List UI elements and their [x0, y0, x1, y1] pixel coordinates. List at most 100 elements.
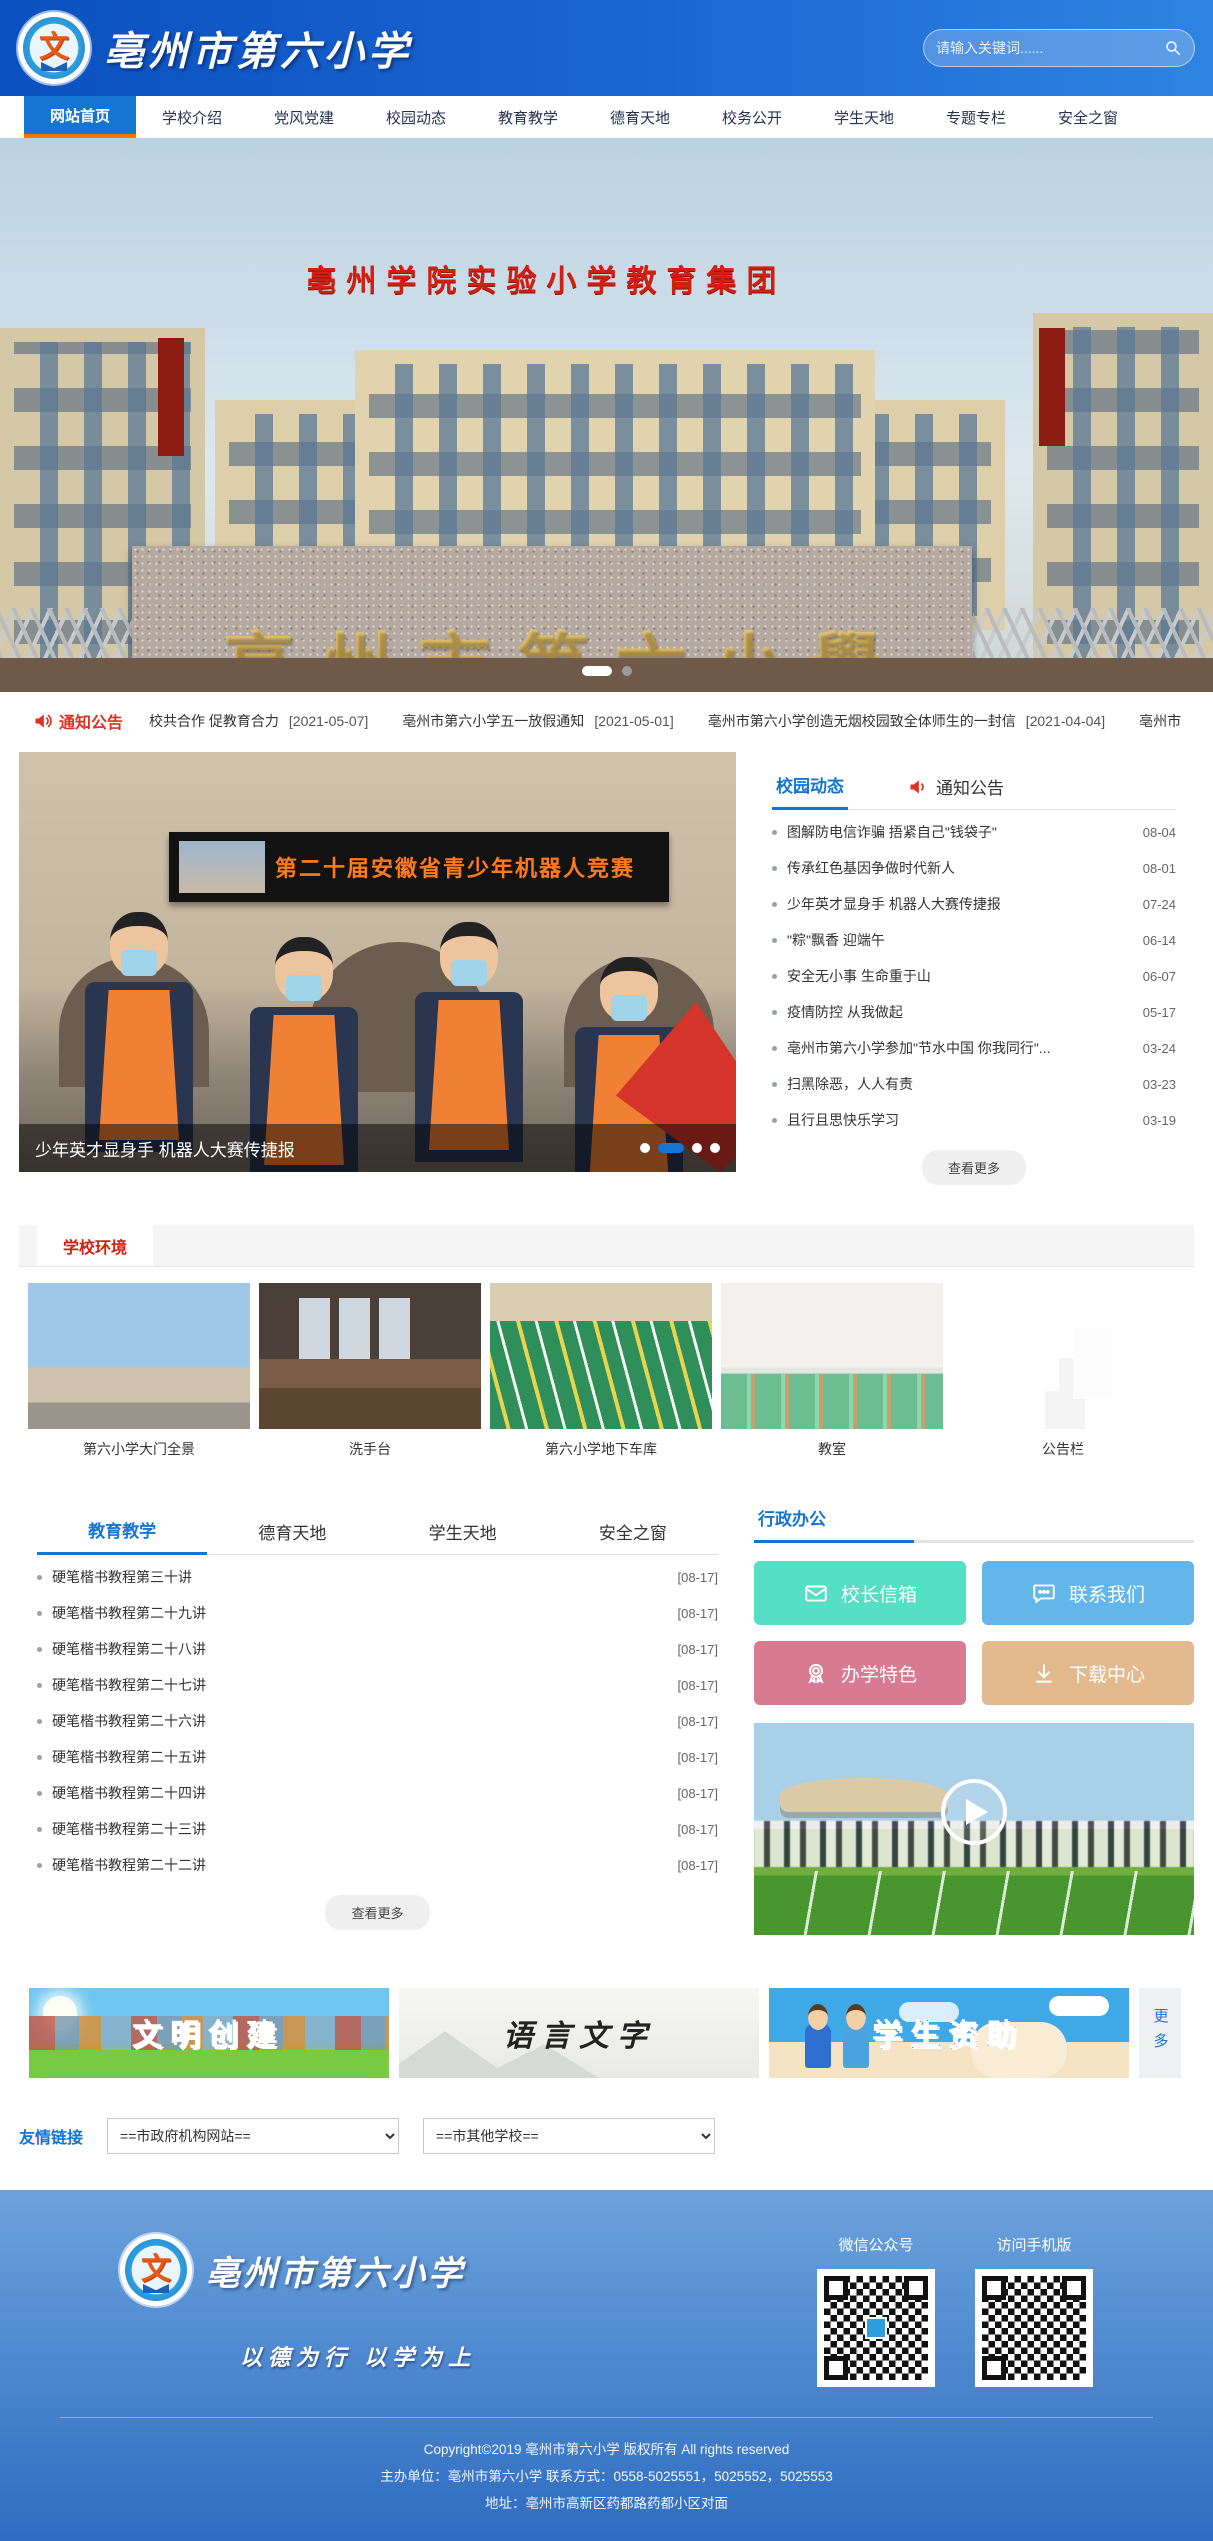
mobile-qr-block: 访问手机版: [975, 2234, 1093, 2387]
banner-language[interactable]: 语言文字: [399, 1988, 759, 2078]
news-item[interactable]: "粽"飘香 迎端午06-14: [772, 922, 1176, 958]
articles-more-button[interactable]: 查看更多: [325, 1895, 429, 1930]
environment-photo[interactable]: 公告栏: [952, 1283, 1174, 1461]
nav-item-safety[interactable]: 安全之窗: [1032, 96, 1144, 138]
nav-item-campus-news[interactable]: 校园动态: [360, 96, 472, 138]
tab-campus-news[interactable]: 校园动态: [772, 766, 848, 810]
other-schools-select[interactable]: ==市其他学校==: [423, 2118, 715, 2154]
admin-title-underline: [754, 1540, 1194, 1543]
article-item[interactable]: 硬笔楷书教程第三十讲[08-17]: [37, 1559, 718, 1595]
tab-teaching[interactable]: 教育教学: [37, 1511, 207, 1555]
news-item[interactable]: 安全无小事 生命重于山06-07: [772, 958, 1176, 994]
news-item[interactable]: 扫黑除恶，人人有责03-23: [772, 1066, 1176, 1102]
nav-item-students[interactable]: 学生天地: [808, 96, 920, 138]
school-features-button[interactable]: 办学特色: [754, 1641, 966, 1705]
address-line: 地址：亳州市高新区药都路药都小区对面: [120, 2490, 1093, 2517]
tab-safety[interactable]: 安全之窗: [548, 1513, 718, 1554]
nav-item-teaching[interactable]: 教育教学: [472, 96, 584, 138]
news-carousel[interactable]: 第二十届安徽省青少年机器人竞赛 少年英才显身手 机器人大赛传捷报: [19, 752, 736, 1172]
photo-classroom[interactable]: [721, 1283, 943, 1429]
photo-bulletin-board[interactable]: [952, 1283, 1174, 1429]
gov-sites-select[interactable]: ==市政府机构网站==: [107, 2118, 399, 2154]
logo-figure-icon: 文: [39, 33, 69, 63]
photo-led-text: 第二十届安徽省青少年机器人竞赛: [275, 851, 635, 883]
friend-links: 友情链接 ==市政府机构网站== ==市其他学校==: [19, 2108, 1194, 2164]
tab-notices[interactable]: 通知公告: [904, 768, 1008, 809]
photo-led-image: [179, 841, 265, 893]
news-more-button[interactable]: 查看更多: [922, 1150, 1026, 1185]
article-item[interactable]: 硬笔楷书教程第二十八讲[08-17]: [37, 1631, 718, 1667]
environment-section: 学校环境 第六小学大门全景 洗手台 第六小学地下车库 教室: [19, 1225, 1194, 1477]
news-item[interactable]: 疫情防控 从我做起05-17: [772, 994, 1176, 1030]
article-item[interactable]: 硬笔楷书教程第二十七讲[08-17]: [37, 1667, 718, 1703]
banner-civilization[interactable]: 文明创建: [29, 1988, 389, 2078]
news-item[interactable]: 亳州市第六小学参加"节水中国 你我同行"...03-24: [772, 1030, 1176, 1066]
carousel-dot-4[interactable]: [710, 1143, 720, 1153]
main-nav: 网站首页 学校介绍 党风党建 校园动态 教育教学 德育天地 校务公开 学生天地 …: [0, 96, 1213, 138]
banner-student-aid[interactable]: 学生资助: [769, 1988, 1129, 2078]
environment-title[interactable]: 学校环境: [37, 1225, 153, 1266]
play-button-icon[interactable]: [941, 1779, 1007, 1845]
nav-item-party[interactable]: 党风党建: [248, 96, 360, 138]
photo-led-sign: 第二十届安徽省青少年机器人竞赛: [169, 832, 669, 902]
carousel-caption[interactable]: 少年英才显身手 机器人大赛传捷报: [35, 1136, 295, 1161]
tab-students[interactable]: 学生天地: [378, 1513, 548, 1554]
photo-washstand[interactable]: [259, 1283, 481, 1429]
footer: 文 亳州市第六小学 以德为行 以学为上 微信公众号: [0, 2190, 1213, 2541]
ticker-item[interactable]: 亳州市: [1139, 711, 1181, 731]
banner-strip: 文明创建 语言文字 学生资助 更多: [19, 1978, 1194, 2088]
news-list: 图解防电信诈骗 捂紧自己"钱袋子"08-04 传承红色基因争做时代新人08-01…: [772, 814, 1176, 1138]
footer-motto: 以德为行 以学为上: [240, 2340, 476, 2372]
contact-us-button[interactable]: 联系我们: [982, 1561, 1194, 1625]
article-item[interactable]: 硬笔楷书教程第二十三讲[08-17]: [37, 1811, 718, 1847]
wechat-qr-block: 微信公众号: [817, 2234, 935, 2387]
hero-dot-2[interactable]: [622, 666, 632, 676]
notice-bar: 通知公告 校共合作 促教育合力[2021-05-07] 亳州市第六小学五一放假通…: [19, 700, 1194, 742]
nav-item-school-affairs[interactable]: 校务公开: [696, 96, 808, 138]
environment-gallery: 第六小学大门全景 洗手台 第六小学地下车库 教室 公告栏: [19, 1267, 1194, 1461]
nav-item-topics[interactable]: 专题专栏: [920, 96, 1032, 138]
environment-photo[interactable]: 教室: [721, 1283, 943, 1461]
nav-item-moral[interactable]: 德育天地: [584, 96, 696, 138]
photo-school-gate[interactable]: [28, 1283, 250, 1429]
carousel-caption-bar: 少年英才显身手 机器人大赛传捷报: [19, 1124, 736, 1172]
article-item[interactable]: 硬笔楷书教程第二十五讲[08-17]: [37, 1739, 718, 1775]
news-item[interactable]: 且行且思快乐学习03-19: [772, 1102, 1176, 1138]
ticker-item[interactable]: 亳州市第六小学创造无烟校园致全体师生的一封信[2021-04-04]: [708, 711, 1105, 731]
video-canopy: [780, 1778, 947, 1812]
page: 文 亳州市第六小学 网站首页 学校介绍 党风党建 校园动态 教育教学 德育天地 …: [0, 0, 1213, 2541]
search-input[interactable]: [936, 40, 1164, 56]
environment-photo[interactable]: 洗手台: [259, 1283, 481, 1461]
article-item[interactable]: 硬笔楷书教程第二十二讲[08-17]: [37, 1847, 718, 1883]
article-item[interactable]: 硬笔楷书教程第二十四讲[08-17]: [37, 1775, 718, 1811]
qr-center-logo: [865, 2317, 887, 2339]
school-video-thumbnail[interactable]: [754, 1723, 1194, 1935]
banners-more-button[interactable]: 更多: [1139, 1988, 1181, 2078]
envelope-icon: [803, 1580, 829, 1606]
ticker-item[interactable]: 校共合作 促教育合力[2021-05-07]: [149, 711, 368, 731]
news-item[interactable]: 少年英才显身手 机器人大赛传捷报07-24: [772, 886, 1176, 922]
article-item[interactable]: 硬笔楷书教程第二十九讲[08-17]: [37, 1595, 718, 1631]
environment-photo[interactable]: 第六小学地下车库: [490, 1283, 712, 1461]
news-item[interactable]: 图解防电信诈骗 捂紧自己"钱袋子"08-04: [772, 814, 1176, 850]
nav-item-home[interactable]: 网站首页: [24, 96, 136, 138]
tab-moral[interactable]: 德育天地: [207, 1513, 377, 1554]
search-icon[interactable]: [1164, 39, 1182, 57]
nav-item-school-intro[interactable]: 学校介绍: [136, 96, 248, 138]
news-item[interactable]: 传承红色基因争做时代新人08-01: [772, 850, 1176, 886]
carousel-dot-2[interactable]: [658, 1143, 684, 1153]
organizer-line: 主办单位：亳州市第六小学 联系方式：0558-5025551，5025552，5…: [120, 2463, 1093, 2490]
footer-divider: [60, 2417, 1153, 2418]
carousel-dot-3[interactable]: [692, 1143, 702, 1153]
download-center-button[interactable]: 下载中心: [982, 1641, 1194, 1705]
hero-dot-1[interactable]: [582, 666, 612, 676]
principal-mailbox-button[interactable]: 校长信箱: [754, 1561, 966, 1625]
carousel-dot-1[interactable]: [640, 1143, 650, 1153]
ticker-item[interactable]: 亳州市第六小学五一放假通知[2021-05-01]: [402, 711, 673, 731]
environment-photo[interactable]: 第六小学大门全景: [28, 1283, 250, 1461]
article-item[interactable]: 硬笔楷书教程第二十六讲[08-17]: [37, 1703, 718, 1739]
search-box[interactable]: [923, 29, 1195, 67]
news-panel: 校园动态 通知公告 图解防电信诈骗 捂紧自己"钱袋子"08-04 传承红色基因争…: [754, 752, 1194, 1201]
mobile-qr-code: [975, 2269, 1093, 2387]
photo-garage[interactable]: [490, 1283, 712, 1429]
